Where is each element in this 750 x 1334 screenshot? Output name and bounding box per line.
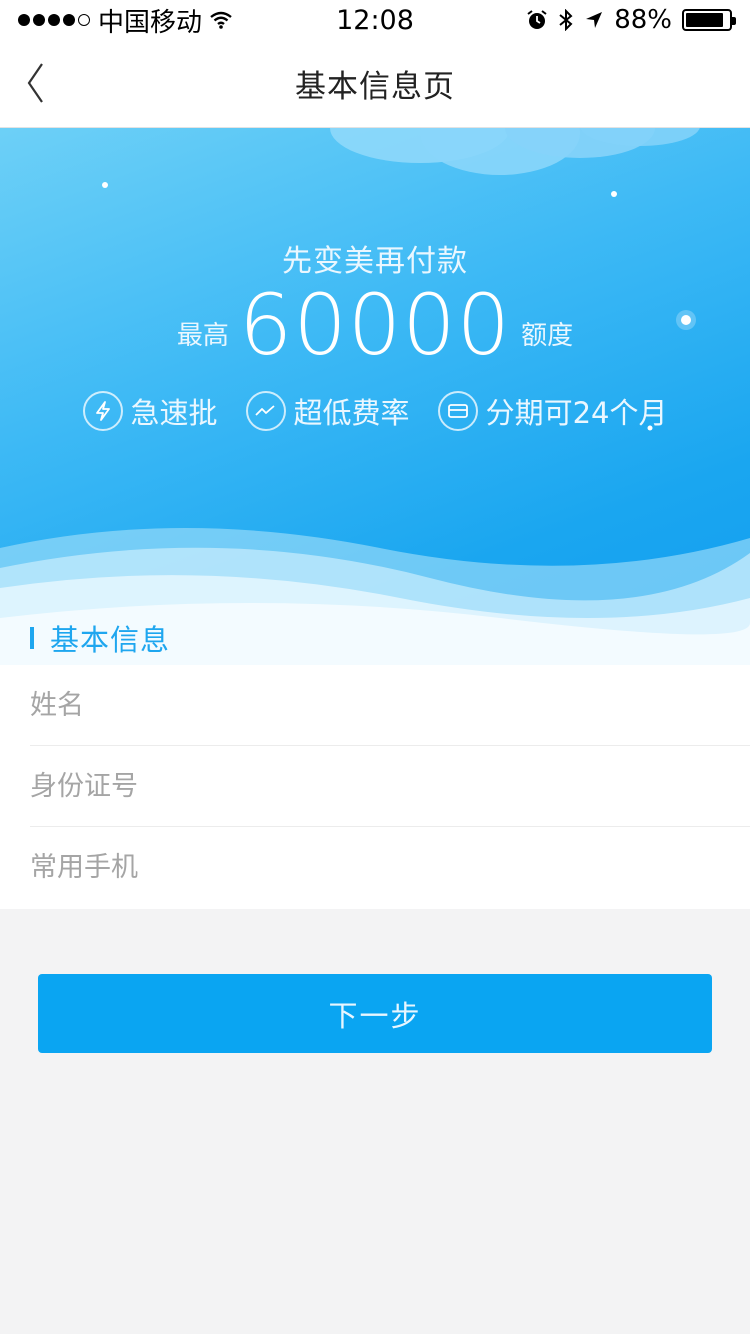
trend-line-icon xyxy=(245,391,286,431)
card-icon xyxy=(437,391,478,431)
credit-limit-row: 最高 60000 额度 xyxy=(0,276,750,374)
section-title: 基本信息 xyxy=(50,622,171,657)
status-bar: 中国移动 12:08 88% xyxy=(0,0,750,40)
feature-installment: 分期可24个月 xyxy=(437,390,668,432)
section-marker xyxy=(30,626,34,649)
promo-banner: 先变美再付款 最高 60000 额度 急速批 超低费率 分期可24个月 基本信息 xyxy=(0,128,750,665)
feature-label: 超低费率 xyxy=(293,396,410,430)
status-time: 12:08 xyxy=(336,4,414,36)
lightning-icon xyxy=(82,391,123,431)
name-input[interactable] xyxy=(30,665,750,745)
navigation-bar: 基本信息页 xyxy=(0,40,750,128)
banner-slogan: 先变美再付款 xyxy=(282,244,468,279)
form-row-phone xyxy=(30,827,750,908)
page-title: 基本信息页 xyxy=(295,69,455,105)
wifi-icon xyxy=(210,11,232,29)
form-row-id xyxy=(30,746,750,827)
id-number-input[interactable] xyxy=(30,746,750,826)
bluetooth-icon xyxy=(559,9,573,31)
back-button[interactable] xyxy=(10,58,60,108)
battery-percent: 88% xyxy=(614,5,672,35)
battery-level xyxy=(686,13,723,27)
feature-fast-approval: 急速批 xyxy=(82,390,218,432)
feature-label: 分期可24个月 xyxy=(485,396,668,430)
status-right: 88% xyxy=(432,5,736,35)
feature-low-rate: 超低费率 xyxy=(245,390,410,432)
signal-strength-icon xyxy=(18,14,90,26)
alarm-icon xyxy=(527,10,547,29)
chevron-left-icon xyxy=(27,63,43,103)
limit-amount: 60000 xyxy=(238,276,512,374)
basic-info-form xyxy=(0,665,750,909)
battery-icon xyxy=(682,9,736,31)
feature-label: 急速批 xyxy=(130,396,218,430)
carrier-name: 中国移动 xyxy=(98,7,203,38)
section-header: 基本信息 xyxy=(0,610,750,665)
limit-suffix: 额度 xyxy=(521,320,574,351)
phone-input[interactable] xyxy=(30,827,750,908)
next-button[interactable]: 下一步 xyxy=(38,974,712,1053)
limit-prefix: 最高 xyxy=(176,320,229,351)
location-arrow-icon xyxy=(586,12,603,28)
form-row-name xyxy=(30,665,750,746)
status-left: 中国移动 xyxy=(18,2,318,39)
feature-list: 急速批 超低费率 分期可24个月 xyxy=(0,390,750,432)
